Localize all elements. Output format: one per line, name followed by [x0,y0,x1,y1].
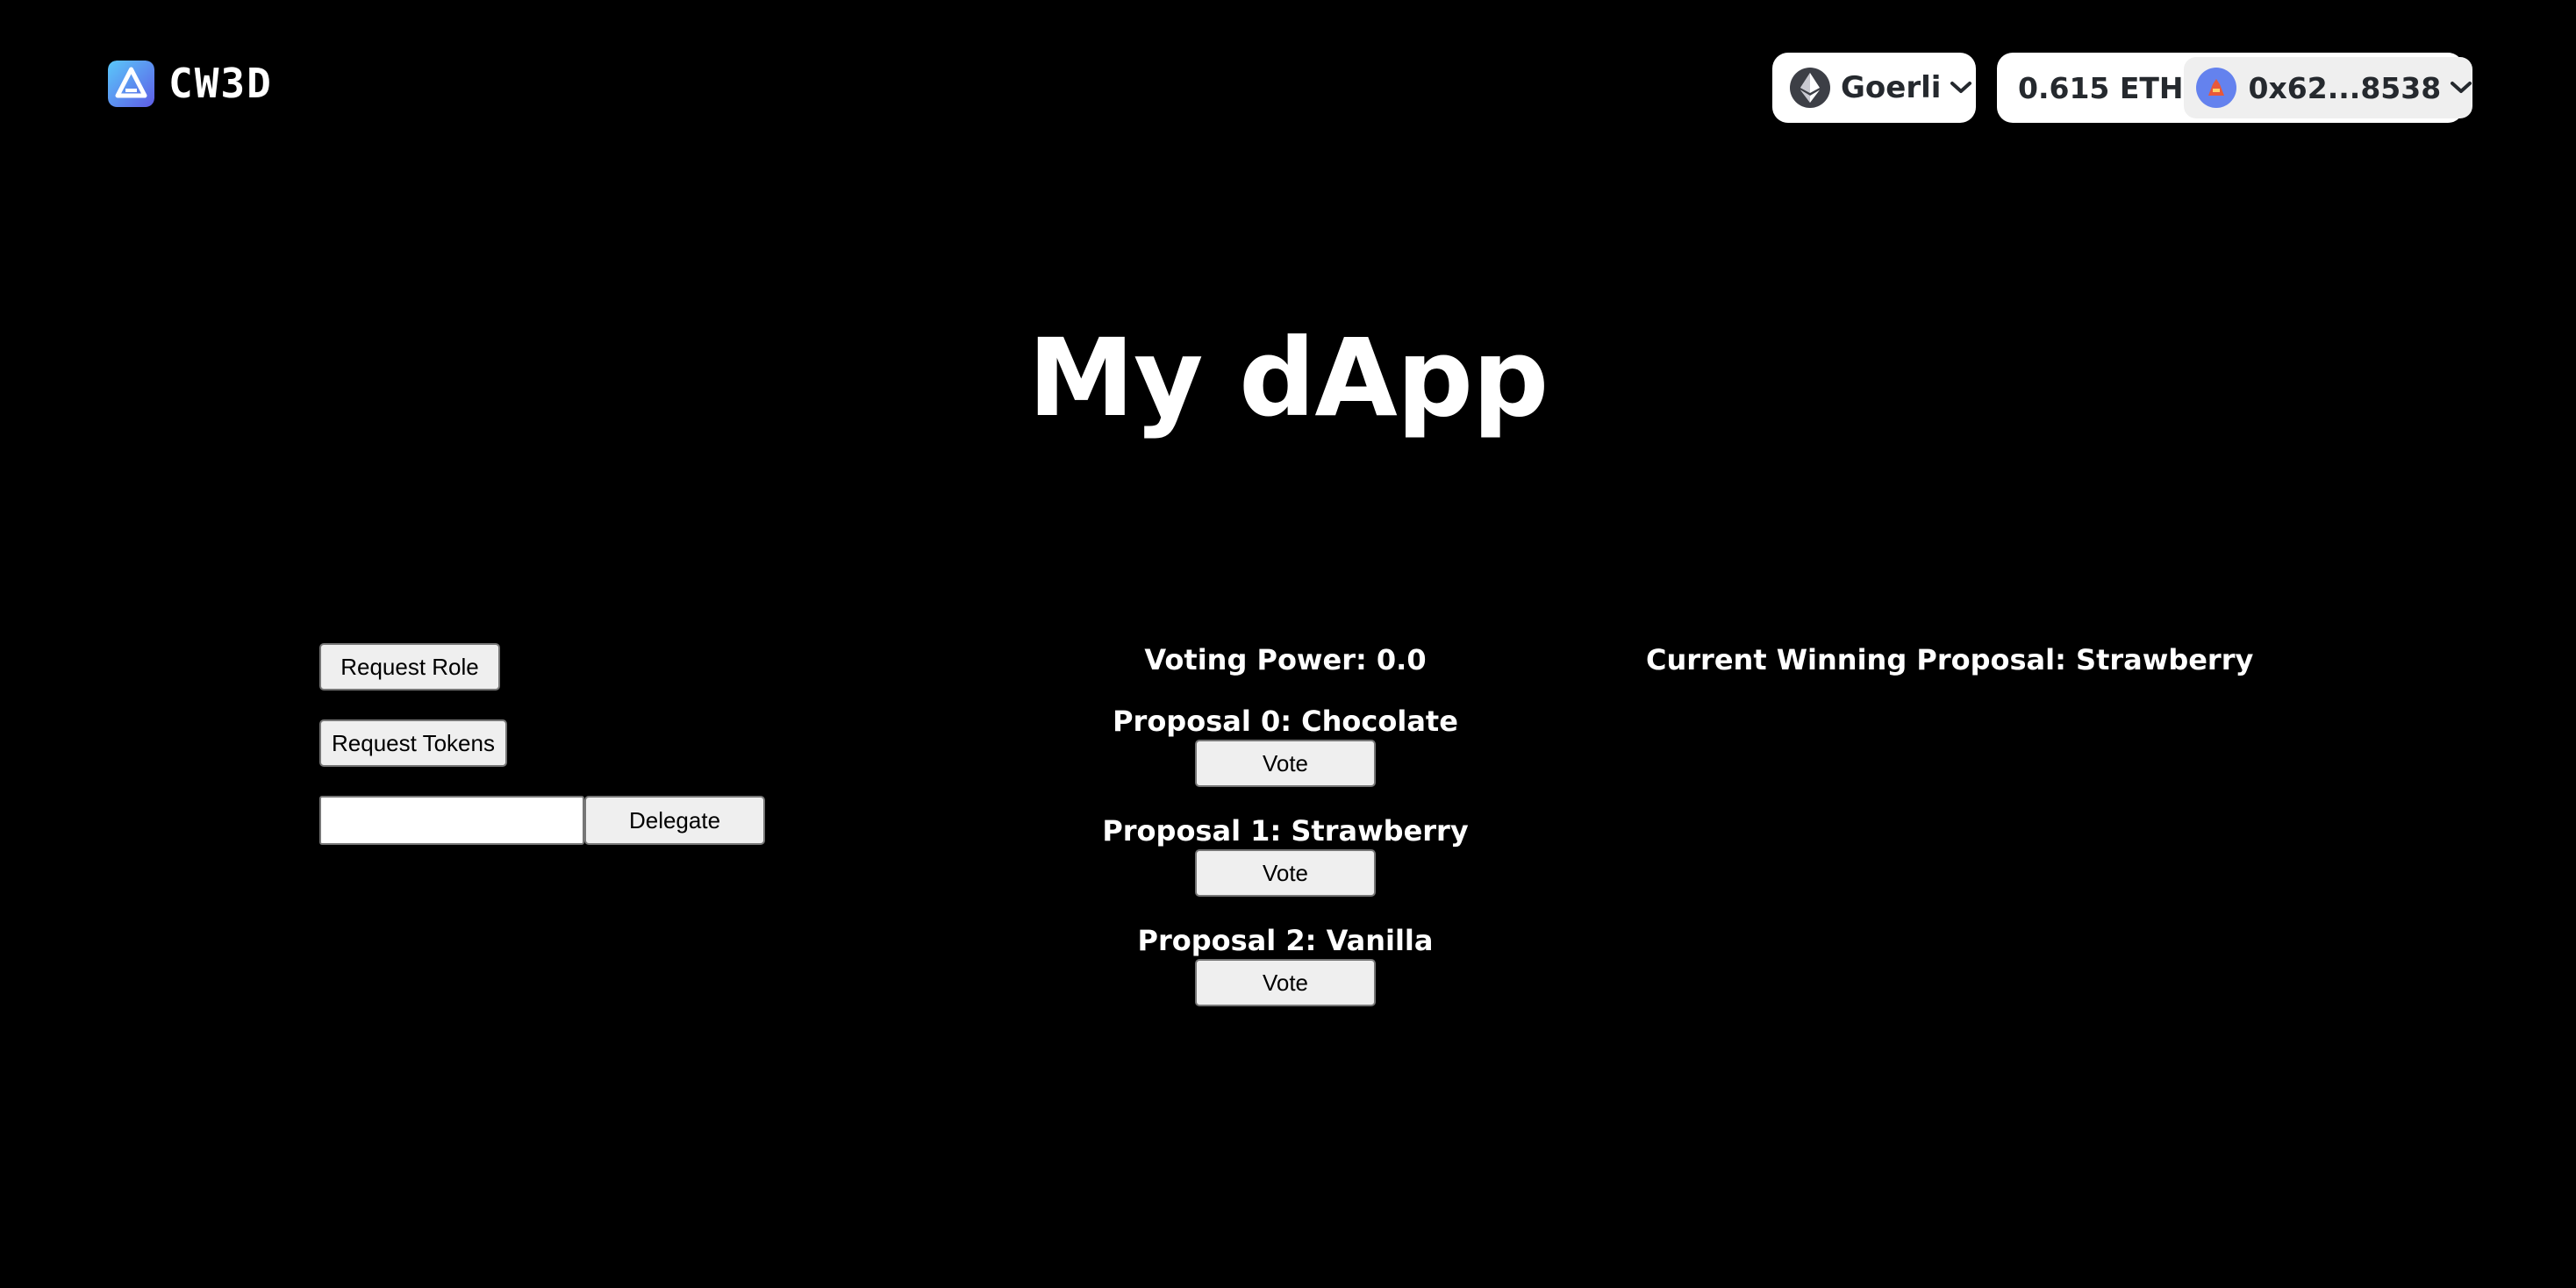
account-button[interactable]: 0x62...8538 [2183,57,2473,118]
app-page: CW3D Goerli 0.615 ETH 0x62...8538 My dAp… [0,0,2576,1288]
account-address: 0x62...8538 [2248,70,2442,105]
ethereum-icon [1790,68,1830,108]
avatar [2195,68,2236,108]
brand-name: CW3D [168,60,273,107]
chevron-down-icon [1950,82,1972,93]
brand-logo-icon [108,60,154,107]
network-label: Goerli [1841,70,1942,105]
chevron-down-icon [2451,82,2472,93]
vote-button-proposal-2[interactable]: Vote [1195,959,1376,1006]
delegate-address-input[interactable] [319,796,584,845]
proposal-label: Proposal 0: Chocolate [1113,705,1458,738]
current-winning-proposal: Current Winning Proposal: Strawberry [1646,643,2254,676]
vote-button-proposal-1[interactable]: Vote [1195,849,1376,897]
request-tokens-button[interactable]: Request Tokens [319,719,507,767]
vote-button-proposal-0[interactable]: Vote [1195,740,1376,787]
voting-column: Voting Power: 0.0 Proposal 0: Chocolate … [1022,0,1549,1288]
proposal-label: Proposal 2: Vanilla [1137,924,1434,957]
brand[interactable]: CW3D [108,60,273,107]
wallet-panel: 0.615 ETH 0x62...8538 [1997,53,2473,123]
request-role-button[interactable]: Request Role [319,643,500,691]
network-selector-button[interactable]: Goerli [1772,53,1976,123]
avatar-icon [2207,79,2224,96]
proposal-label: Proposal 1: Strawberry [1102,814,1469,848]
delegate-button[interactable]: Delegate [584,796,765,845]
voting-power: Voting Power: 0.0 [1144,643,1427,676]
eth-balance: 0.615 ETH [2018,70,2184,105]
